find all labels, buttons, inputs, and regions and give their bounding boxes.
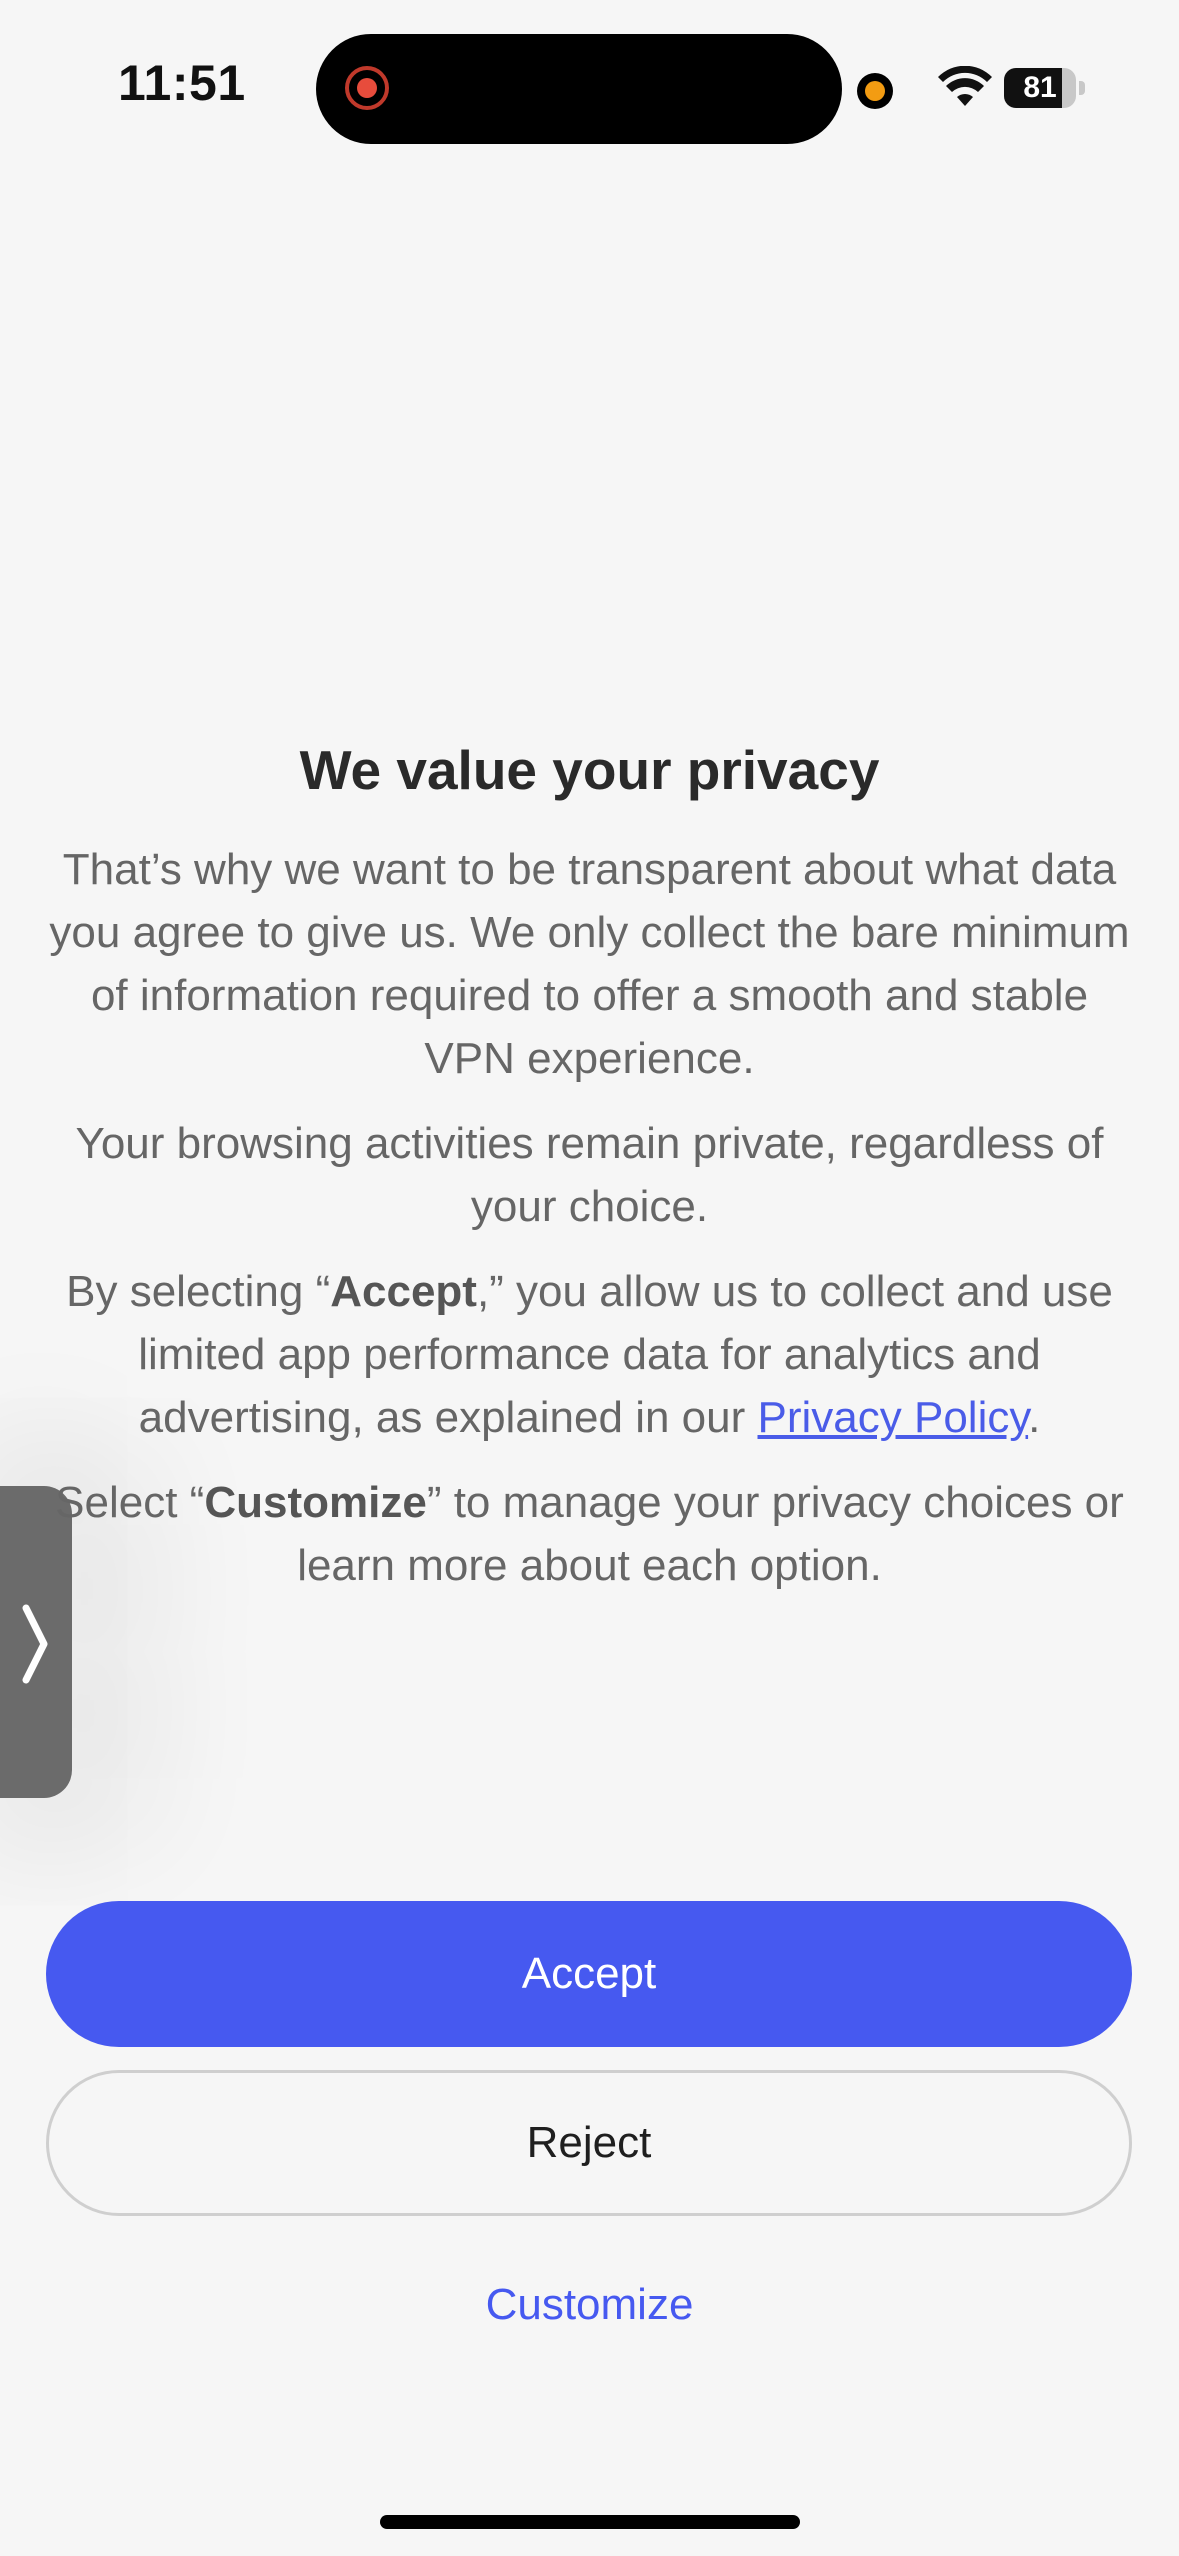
- privacy-dialog: We value your privacy That’s why we want…: [40, 730, 1139, 1619]
- battery-icon: 81: [1004, 68, 1086, 108]
- screen-recording-icon: [345, 66, 389, 110]
- home-indicator: [380, 2515, 800, 2529]
- privacy-policy-link[interactable]: Privacy Policy: [758, 1393, 1029, 1442]
- customize-explanation-paragraph: Select “Customize” to manage your privac…: [40, 1471, 1139, 1597]
- accept-emphasis: Accept: [330, 1267, 477, 1316]
- page-title: We value your privacy: [299, 739, 880, 801]
- wifi-icon: [938, 66, 992, 106]
- reject-button[interactable]: Reject: [46, 2070, 1132, 2216]
- dynamic-island: [316, 34, 842, 144]
- text-segment: By selecting “: [66, 1267, 331, 1316]
- accept-explanation-paragraph: By selecting “Accept,” you allow us to c…: [40, 1260, 1139, 1449]
- microphone-indicator-icon: [857, 73, 893, 109]
- status-time: 11:51: [118, 55, 246, 111]
- text-segment: Select “: [55, 1478, 205, 1527]
- customize-emphasis: Customize: [204, 1478, 427, 1527]
- customize-button[interactable]: Customize: [0, 2280, 1179, 2330]
- accept-button[interactable]: Accept: [46, 1901, 1132, 2047]
- transparency-paragraph: That’s why we want to be transparent abo…: [49, 845, 1130, 1083]
- battery-percentage: 81: [1023, 71, 1057, 104]
- browsing-paragraph: Your browsing activities remain private,…: [75, 1119, 1104, 1231]
- text-segment: .: [1028, 1393, 1041, 1442]
